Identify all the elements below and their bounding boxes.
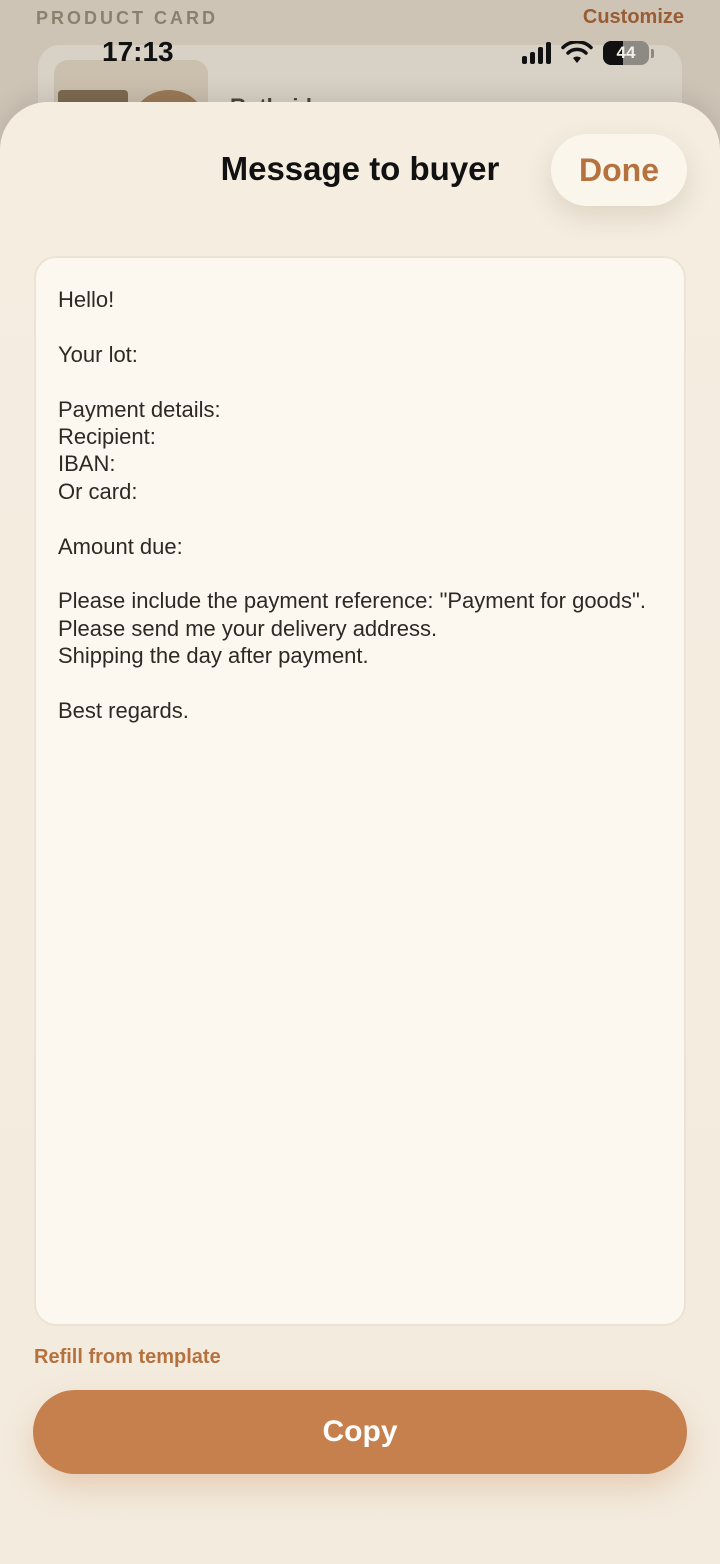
copy-button[interactable]: Copy: [33, 1390, 687, 1474]
battery-cap: [651, 48, 654, 58]
battery-icon: 44: [603, 41, 649, 65]
screen: PRODUCT CARD Customize Rothsid... 17:13 …: [0, 0, 720, 1564]
refill-from-template-link[interactable]: Refill from template: [34, 1346, 221, 1369]
status-time: 17:13: [102, 36, 174, 67]
battery-percent: 44: [616, 43, 636, 62]
message-text[interactable]: Hello! Your lot: Payment details: Recipi…: [58, 286, 662, 1296]
background-header: PRODUCT CARD Customize: [0, 0, 720, 40]
customize-link[interactable]: Customize: [583, 6, 684, 29]
message-textarea[interactable]: Hello! Your lot: Payment details: Recipi…: [34, 256, 686, 1326]
message-sheet: Message to buyer Done Hello! Your lot: P…: [0, 102, 720, 1564]
cellular-signal-icon: [522, 42, 551, 64]
done-button[interactable]: Done: [551, 134, 687, 206]
wifi-icon: [561, 41, 593, 63]
section-title: PRODUCT CARD: [36, 8, 218, 28]
status-icons: 44: [522, 40, 654, 66]
